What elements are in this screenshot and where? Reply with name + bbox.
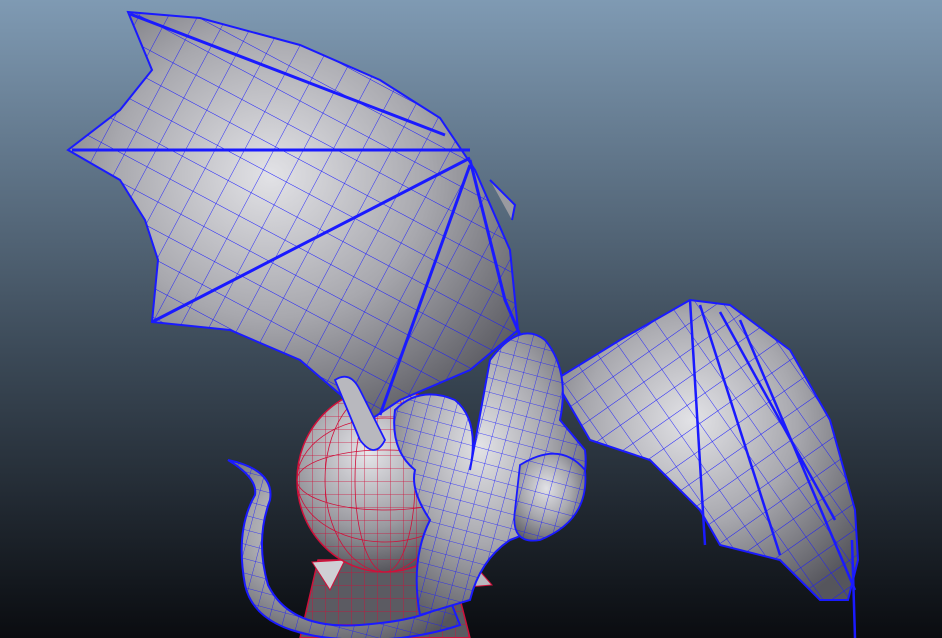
viewport-canvas[interactable] [0,0,942,638]
3d-viewport[interactable] [0,0,942,638]
